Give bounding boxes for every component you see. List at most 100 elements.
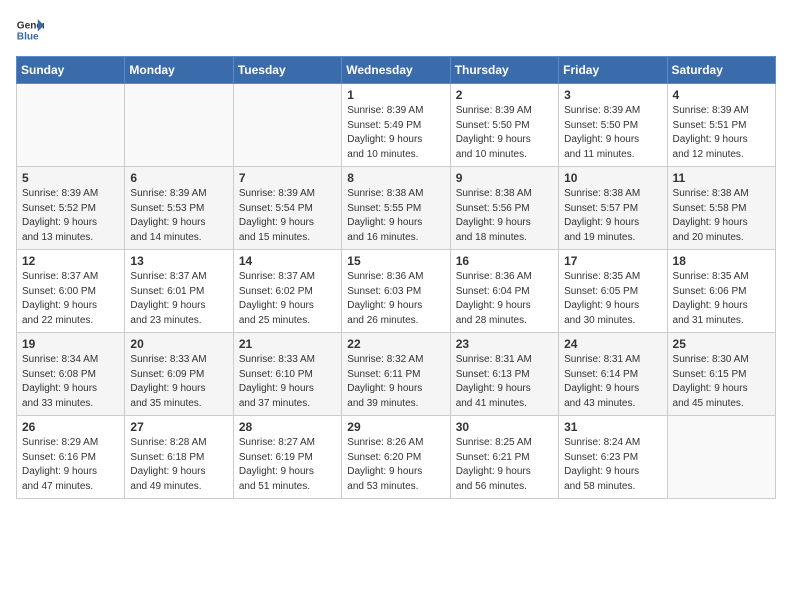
calendar-cell	[233, 84, 341, 167]
calendar-cell	[125, 84, 233, 167]
calendar-cell: 3 Sunrise: 8:39 AM Sunset: 5:50 PM Daylig…	[559, 84, 667, 167]
day-number: 23	[456, 337, 553, 351]
day-number: 15	[347, 254, 444, 268]
day-info: Sunrise: 8:30 AM Sunset: 6:15 PM Dayligh…	[673, 353, 770, 411]
day-info: Sunrise: 8:24 AM Sunset: 6:23 PM Dayligh…	[564, 436, 661, 494]
calendar-cell: 1 Sunrise: 8:39 AM Sunset: 5:49 PM Daylig…	[342, 84, 450, 167]
calendar-week-row: 1 Sunrise: 8:39 AM Sunset: 5:49 PM Daylig…	[17, 84, 776, 167]
calendar-week-row: 5 Sunrise: 8:39 AM Sunset: 5:52 PM Daylig…	[17, 167, 776, 250]
day-number: 28	[239, 420, 336, 434]
day-number: 19	[22, 337, 119, 351]
day-info: Sunrise: 8:37 AM Sunset: 6:00 PM Dayligh…	[22, 270, 119, 328]
calendar-header-row: SundayMondayTuesdayWednesdayThursdayFrid…	[17, 57, 776, 84]
day-info: Sunrise: 8:25 AM Sunset: 6:21 PM Dayligh…	[456, 436, 553, 494]
calendar-cell: 30 Sunrise: 8:25 AM Sunset: 6:21 PM Dayli…	[450, 416, 558, 499]
calendar-cell: 19 Sunrise: 8:34 AM Sunset: 6:08 PM Dayli…	[17, 333, 125, 416]
day-info: Sunrise: 8:39 AM Sunset: 5:50 PM Dayligh…	[564, 104, 661, 162]
day-info: Sunrise: 8:35 AM Sunset: 6:05 PM Dayligh…	[564, 270, 661, 328]
calendar-cell: 29 Sunrise: 8:26 AM Sunset: 6:20 PM Dayli…	[342, 416, 450, 499]
day-number: 10	[564, 171, 661, 185]
day-number: 14	[239, 254, 336, 268]
calendar-cell: 12 Sunrise: 8:37 AM Sunset: 6:00 PM Dayli…	[17, 250, 125, 333]
calendar-cell: 7 Sunrise: 8:39 AM Sunset: 5:54 PM Daylig…	[233, 167, 341, 250]
day-info: Sunrise: 8:38 AM Sunset: 5:56 PM Dayligh…	[456, 187, 553, 245]
day-info: Sunrise: 8:37 AM Sunset: 6:02 PM Dayligh…	[239, 270, 336, 328]
day-number: 31	[564, 420, 661, 434]
day-info: Sunrise: 8:36 AM Sunset: 6:03 PM Dayligh…	[347, 270, 444, 328]
day-number: 3	[564, 88, 661, 102]
calendar-week-row: 19 Sunrise: 8:34 AM Sunset: 6:08 PM Dayli…	[17, 333, 776, 416]
day-info: Sunrise: 8:33 AM Sunset: 6:09 PM Dayligh…	[130, 353, 227, 411]
calendar-cell: 17 Sunrise: 8:35 AM Sunset: 6:05 PM Dayli…	[559, 250, 667, 333]
calendar-cell: 22Sunrise: 8:32 AM Sunset: 6:11 PM Dayli…	[342, 333, 450, 416]
weekday-header: Wednesday	[342, 57, 450, 84]
calendar-cell: 8 Sunrise: 8:38 AM Sunset: 5:55 PM Daylig…	[342, 167, 450, 250]
weekday-header: Saturday	[667, 57, 775, 84]
day-info: Sunrise: 8:37 AM Sunset: 6:01 PM Dayligh…	[130, 270, 227, 328]
day-info: Sunrise: 8:32 AM Sunset: 6:11 PM Dayligh…	[347, 353, 444, 411]
day-number: 4	[673, 88, 770, 102]
day-info: Sunrise: 8:39 AM Sunset: 5:52 PM Dayligh…	[22, 187, 119, 245]
day-number: 16	[456, 254, 553, 268]
day-number: 2	[456, 88, 553, 102]
calendar-cell: 18 Sunrise: 8:35 AM Sunset: 6:06 PM Dayli…	[667, 250, 775, 333]
weekday-header: Thursday	[450, 57, 558, 84]
calendar-cell: 24 Sunrise: 8:31 AM Sunset: 6:14 PM Dayli…	[559, 333, 667, 416]
calendar-cell	[17, 84, 125, 167]
svg-text:Blue: Blue	[17, 31, 39, 42]
day-number: 7	[239, 171, 336, 185]
day-number: 1	[347, 88, 444, 102]
calendar-cell: 10 Sunrise: 8:38 AM Sunset: 5:57 PM Dayli…	[559, 167, 667, 250]
day-number: 5	[22, 171, 119, 185]
calendar-cell: 21Sunrise: 8:33 AM Sunset: 6:10 PM Dayli…	[233, 333, 341, 416]
day-info: Sunrise: 8:39 AM Sunset: 5:51 PM Dayligh…	[673, 104, 770, 162]
day-number: 18	[673, 254, 770, 268]
day-info: Sunrise: 8:31 AM Sunset: 6:14 PM Dayligh…	[564, 353, 661, 411]
calendar-cell: 9 Sunrise: 8:38 AM Sunset: 5:56 PM Daylig…	[450, 167, 558, 250]
calendar-cell: 23Sunrise: 8:31 AM Sunset: 6:13 PM Dayli…	[450, 333, 558, 416]
calendar-cell: 16 Sunrise: 8:36 AM Sunset: 6:04 PM Dayli…	[450, 250, 558, 333]
calendar-cell: 4 Sunrise: 8:39 AM Sunset: 5:51 PM Daylig…	[667, 84, 775, 167]
calendar-table: SundayMondayTuesdayWednesdayThursdayFrid…	[16, 56, 776, 499]
day-number: 24	[564, 337, 661, 351]
calendar-cell: 14 Sunrise: 8:37 AM Sunset: 6:02 PM Dayli…	[233, 250, 341, 333]
day-info: Sunrise: 8:39 AM Sunset: 5:50 PM Dayligh…	[456, 104, 553, 162]
day-number: 12	[22, 254, 119, 268]
day-info: Sunrise: 8:39 AM Sunset: 5:54 PM Dayligh…	[239, 187, 336, 245]
logo-icon: General Blue	[16, 16, 44, 44]
day-number: 6	[130, 171, 227, 185]
day-number: 27	[130, 420, 227, 434]
day-number: 8	[347, 171, 444, 185]
calendar-cell: 20 Sunrise: 8:33 AM Sunset: 6:09 PM Dayli…	[125, 333, 233, 416]
calendar-cell: 15 Sunrise: 8:36 AM Sunset: 6:03 PM Dayli…	[342, 250, 450, 333]
day-info: Sunrise: 8:38 AM Sunset: 5:55 PM Dayligh…	[347, 187, 444, 245]
day-number: 25	[673, 337, 770, 351]
day-number: 11	[673, 171, 770, 185]
calendar-cell: 5 Sunrise: 8:39 AM Sunset: 5:52 PM Daylig…	[17, 167, 125, 250]
day-number: 26	[22, 420, 119, 434]
calendar-cell: 2 Sunrise: 8:39 AM Sunset: 5:50 PM Daylig…	[450, 84, 558, 167]
weekday-header: Monday	[125, 57, 233, 84]
calendar-body: 1 Sunrise: 8:39 AM Sunset: 5:49 PM Daylig…	[17, 84, 776, 499]
day-info: Sunrise: 8:28 AM Sunset: 6:18 PM Dayligh…	[130, 436, 227, 494]
day-info: Sunrise: 8:39 AM Sunset: 5:49 PM Dayligh…	[347, 104, 444, 162]
day-info: Sunrise: 8:38 AM Sunset: 5:58 PM Dayligh…	[673, 187, 770, 245]
day-info: Sunrise: 8:35 AM Sunset: 6:06 PM Dayligh…	[673, 270, 770, 328]
day-number: 29	[347, 420, 444, 434]
day-number: 17	[564, 254, 661, 268]
weekday-header: Tuesday	[233, 57, 341, 84]
calendar-cell: 27 Sunrise: 8:28 AM Sunset: 6:18 PM Dayli…	[125, 416, 233, 499]
day-number: 9	[456, 171, 553, 185]
calendar-cell	[667, 416, 775, 499]
day-number: 20	[130, 337, 227, 351]
day-number: 13	[130, 254, 227, 268]
day-info: Sunrise: 8:38 AM Sunset: 5:57 PM Dayligh…	[564, 187, 661, 245]
day-info: Sunrise: 8:26 AM Sunset: 6:20 PM Dayligh…	[347, 436, 444, 494]
day-number: 21	[239, 337, 336, 351]
calendar-week-row: 12 Sunrise: 8:37 AM Sunset: 6:00 PM Dayli…	[17, 250, 776, 333]
day-info: Sunrise: 8:34 AM Sunset: 6:08 PM Dayligh…	[22, 353, 119, 411]
day-info: Sunrise: 8:36 AM Sunset: 6:04 PM Dayligh…	[456, 270, 553, 328]
calendar-cell: 31 Sunrise: 8:24 AM Sunset: 6:23 PM Dayli…	[559, 416, 667, 499]
day-info: Sunrise: 8:39 AM Sunset: 5:53 PM Dayligh…	[130, 187, 227, 245]
day-number: 30	[456, 420, 553, 434]
